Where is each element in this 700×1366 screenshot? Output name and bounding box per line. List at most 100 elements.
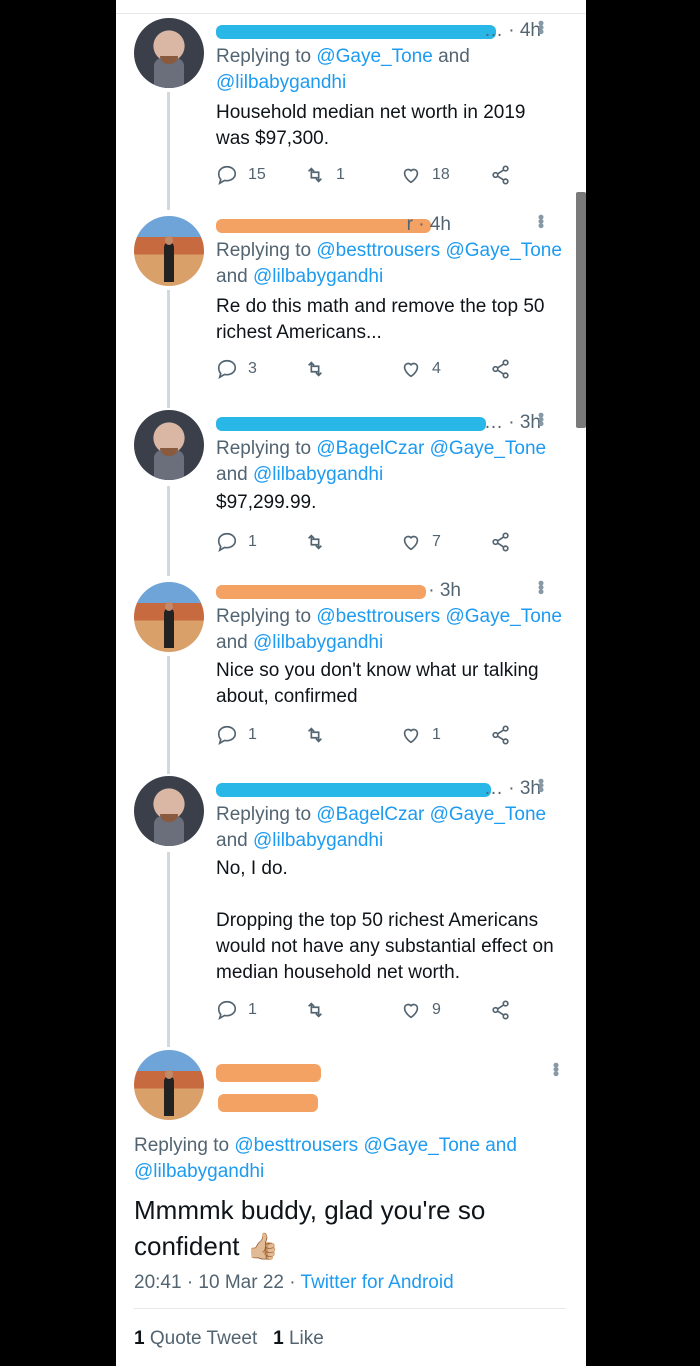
retweet-icon (304, 999, 326, 1021)
share-icon (490, 724, 512, 746)
tweet-text-line: $97,299.99. (216, 492, 317, 513)
share-button[interactable] (490, 357, 512, 381)
mention-link[interactable]: @Gaye_Tone (316, 46, 432, 67)
tweet-time: r · 4h (406, 214, 451, 235)
retweet-button[interactable] (304, 998, 326, 1022)
tweet-header: r · 4h ••• (216, 214, 571, 238)
avatar[interactable] (134, 776, 204, 846)
more-options-icon[interactable]: ••• (530, 778, 551, 791)
retweet-button[interactable] (304, 530, 326, 554)
replying-prefix: Replying to (216, 46, 317, 67)
quote-tweet-link[interactable]: Quote Tweet (150, 1328, 257, 1349)
mention-link[interactable]: @lilbabygandhi (253, 266, 383, 287)
share-icon (490, 531, 512, 553)
mention-link[interactable]: @lilbabygandhi (134, 1161, 264, 1182)
mention-link[interactable]: @lilbabygandhi (253, 632, 383, 653)
reply-button[interactable]: 1 (216, 530, 257, 554)
divider (134, 1308, 566, 1309)
share-icon (490, 999, 512, 1021)
avatar[interactable] (134, 216, 204, 286)
redacted-username (216, 25, 496, 39)
retweet-icon (304, 358, 326, 380)
replying-prefix: Replying to (216, 804, 317, 825)
redacted-handle (218, 1094, 318, 1112)
mention-link[interactable]: @besttrousers @Gaye_Tone (234, 1135, 480, 1156)
reply-button[interactable]: 1 (216, 998, 257, 1022)
tweet-body: $97,299.99. (216, 490, 576, 516)
more-options-icon[interactable]: ••• (530, 580, 551, 593)
share-button[interactable] (490, 723, 512, 747)
tweet-time: · 3h (428, 580, 461, 601)
reply-button[interactable]: 1 (216, 723, 257, 747)
tweet-text-line: confident 👍🏼 (134, 1231, 280, 1261)
replying-to: Replying to @BagelCzar @Gaye_Tone and @l… (216, 802, 576, 854)
tweet-text-line: Dropping the top 50 richest Americans (216, 910, 539, 931)
mention-link[interactable]: @BagelCzar @Gaye_Tone (316, 438, 546, 459)
reply-count: 1 (248, 533, 257, 550)
conjunction: and (216, 464, 248, 485)
share-button[interactable] (490, 163, 512, 187)
mention-link[interactable]: @BagelCzar @Gaye_Tone (316, 804, 546, 825)
more-options-icon[interactable]: ••• (530, 214, 551, 227)
heart-icon (400, 999, 422, 1021)
tweet-body: Nice so you don't know what ur talking a… (216, 658, 576, 710)
reply-button[interactable]: 3 (216, 357, 257, 381)
share-icon (490, 358, 512, 380)
like-count: 7 (432, 533, 441, 550)
retweet-button[interactable] (304, 357, 326, 381)
source-link[interactable]: Twitter for Android (301, 1272, 454, 1293)
like-button[interactable]: 9 (400, 998, 441, 1022)
share-button[interactable] (490, 998, 512, 1022)
avatar[interactable] (134, 410, 204, 480)
tweet-actions: 1 9 (216, 998, 516, 1022)
tweet-stats: 1 Quote Tweet 1 Like (134, 1328, 324, 1350)
more-options-icon[interactable]: ••• (530, 412, 551, 425)
like-button[interactable]: 1 (400, 723, 441, 747)
replying-prefix: Replying to (134, 1135, 235, 1156)
reply-button[interactable]: 15 (216, 163, 266, 187)
retweet-button[interactable]: 1 (304, 163, 345, 187)
share-icon (490, 164, 512, 186)
heart-icon (400, 358, 422, 380)
more-options-icon[interactable]: ••• (530, 20, 551, 33)
avatar[interactable] (134, 582, 204, 652)
conjunction: and (216, 830, 248, 851)
tweet-actions: 3 4 (216, 357, 516, 381)
tweet-text: Mmmmk buddy, glad you're so confident 👍🏼 (134, 1192, 554, 1264)
reply-icon (216, 164, 238, 186)
mention-link[interactable]: @lilbabygandhi (253, 830, 383, 851)
thread-connector (167, 92, 170, 210)
thread-connector (167, 486, 170, 576)
heart-icon (400, 531, 422, 553)
tweet-body: Re do this math and remove the top 50 ri… (216, 294, 576, 346)
thread-connector (167, 656, 170, 774)
replying-to: Replying to @Gaye_Tone and @lilbabygandh… (216, 44, 576, 96)
like-count: 18 (432, 166, 450, 183)
likes-link[interactable]: Like (289, 1328, 324, 1349)
replying-prefix: Replying to (216, 438, 317, 459)
retweet-icon (304, 531, 326, 553)
like-button[interactable]: 4 (400, 357, 441, 381)
heart-icon (400, 724, 422, 746)
mention-link[interactable]: @besttrousers @Gaye_Tone (316, 240, 562, 261)
like-button[interactable]: 7 (400, 530, 441, 554)
retweet-icon (304, 164, 326, 186)
like-button[interactable]: 18 (400, 163, 450, 187)
more-options-icon[interactable]: ••• (545, 1062, 566, 1075)
replying-to: Replying to @BagelCzar @Gaye_Tone and @l… (216, 436, 576, 488)
replying-prefix: Replying to (216, 240, 317, 261)
tweet-body: No, I do. Dropping the top 50 richest Am… (216, 856, 576, 986)
tweet-thread: … · 4h ••• Replying to @Gaye_Tone and @l… (116, 0, 586, 1366)
mention-link[interactable]: @lilbabygandhi (253, 464, 383, 485)
like-count: 1 (273, 1328, 284, 1349)
scrollbar[interactable] (576, 192, 586, 428)
mention-link[interactable]: @lilbabygandhi (216, 72, 346, 93)
mention-link[interactable]: @besttrousers @Gaye_Tone (316, 606, 562, 627)
replying-to: Replying to @besttrousers @Gaye_Tone and… (216, 238, 576, 290)
avatar[interactable] (134, 1050, 204, 1120)
conjunction: and (216, 266, 248, 287)
thread-connector (167, 852, 170, 1047)
share-button[interactable] (490, 530, 512, 554)
retweet-button[interactable] (304, 723, 326, 747)
avatar[interactable] (134, 18, 204, 88)
